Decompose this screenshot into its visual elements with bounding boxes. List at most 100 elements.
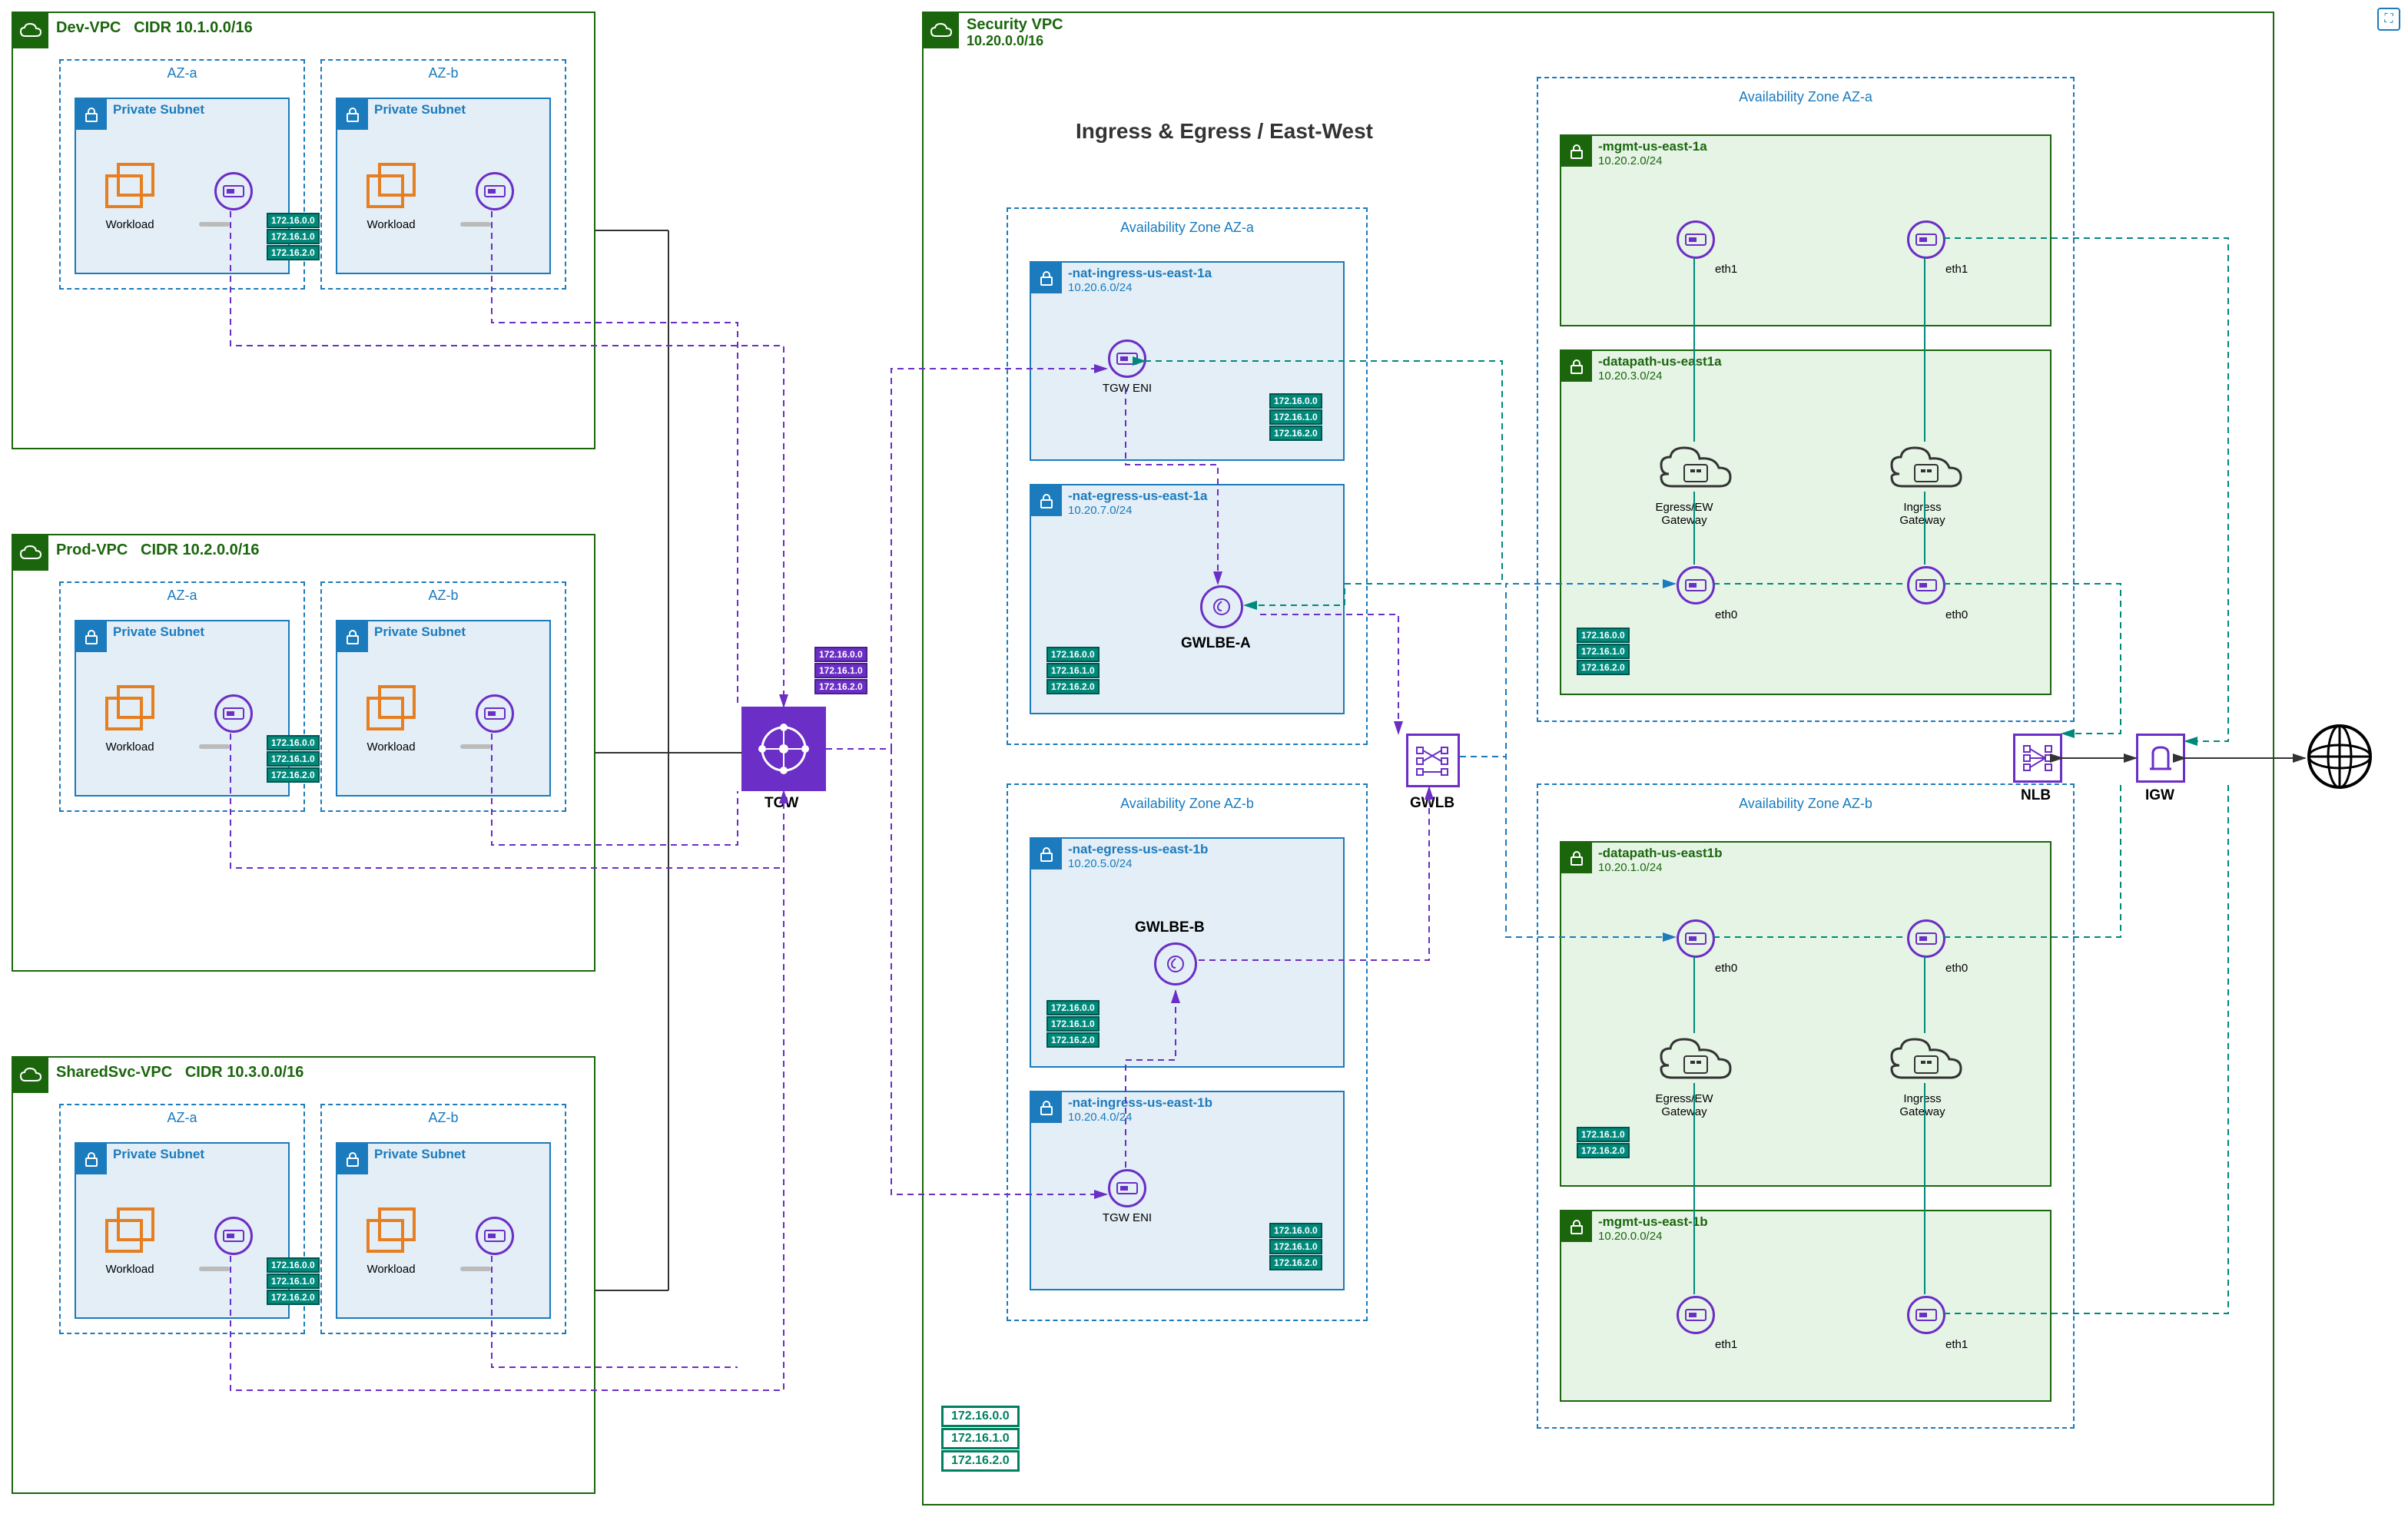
cidr-tag: 172.16.2.0 <box>814 679 867 694</box>
eni-icon <box>1677 566 1715 604</box>
connector-stub <box>199 222 230 227</box>
datapath-b: -datapath-us-east1b 10.20.1.0/24 eth0 et… <box>1560 841 2051 1187</box>
dev-subnet-b: Private Subnet Workload <box>336 98 551 274</box>
az-label: AZ-b <box>327 588 560 604</box>
cidr-tag: 172.16.0.0 <box>1269 393 1322 409</box>
workload-label: Workload <box>360 218 422 231</box>
cidr-tag: 172.16.0.0 <box>267 213 320 228</box>
cidr-tags: 172.16.0.0 172.16.1.0 172.16.2.0 <box>1046 647 1100 695</box>
az-label: AZ-a <box>65 65 299 81</box>
ingress-gw-label: Ingress Gateway <box>1884 1092 1961 1118</box>
eth1-label: eth1 <box>1945 263 1968 276</box>
firewall-icon <box>1884 1035 1953 1081</box>
connector-stub <box>460 1267 491 1271</box>
tgw-icon <box>741 707 826 791</box>
cidr-tag: 172.16.1.0 <box>267 751 320 767</box>
cidr-tag: 172.16.1.0 <box>1577 644 1630 659</box>
lock-icon <box>1031 1092 1062 1123</box>
eni-icon <box>1677 1296 1715 1334</box>
subnet-label: Private Subnet <box>374 102 466 118</box>
connector-stub <box>460 222 491 227</box>
workload-label: Workload <box>360 740 422 754</box>
eni-icon <box>1677 919 1715 958</box>
subnet-cidr: 10.20.3.0/24 <box>1598 369 1662 383</box>
cloud-icon <box>13 535 48 571</box>
dev-vpc-name: Dev-VPC <box>56 19 121 36</box>
eni-icon <box>476 1217 514 1255</box>
az-label: AZ-a <box>65 588 299 604</box>
shared-subnet-a: Private Subnet Workload <box>75 1142 290 1319</box>
cidr-tags: 172.16.0.0 172.16.1.0 172.16.2.0 <box>1577 628 1630 676</box>
eni-icon <box>1907 220 1945 259</box>
nlb-label: NLB <box>2021 787 2051 804</box>
cidr-tags: 172.16.0.0 172.16.1.0 172.16.2.0 <box>1269 393 1322 442</box>
eth1-label: eth1 <box>1715 263 1737 276</box>
subnet-name: -nat-ingress-us-east-1a <box>1068 266 1212 281</box>
datapath-a: -datapath-us-east1a 10.20.3.0/24 Egress/… <box>1560 349 2051 695</box>
internet-icon <box>2305 722 2374 791</box>
eni-icon <box>1108 340 1146 378</box>
nat-ingress-a: -nat-ingress-us-east-1a 10.20.6.0/24 TGW… <box>1030 261 1345 461</box>
cidr-tag: 172.16.2.0 <box>267 1290 320 1305</box>
cloud-icon <box>924 13 959 48</box>
cidr-tags: 172.16.0.0 172.16.1.0 172.16.2.0 <box>1046 1000 1100 1048</box>
cidr-tag: 172.16.2.0 <box>1577 660 1630 675</box>
prod-vpc-name: Prod-VPC <box>56 542 128 558</box>
cidr-tag: 172.16.1.0 <box>267 229 320 244</box>
ingress-gw-label: Ingress Gateway <box>1884 501 1961 527</box>
egress-gw-label: Egress/EW Gateway <box>1638 501 1730 527</box>
lock-icon <box>1561 843 1592 873</box>
cloud-icon <box>13 1058 48 1093</box>
subnet-cidr: 10.20.6.0/24 <box>1068 281 1132 294</box>
cidr-tags: 172.16.0.0 172.16.1.0 172.16.2.0 <box>267 213 320 261</box>
cidr-tag: 172.16.1.0 <box>267 1274 320 1289</box>
cidr-tags: 172.16.0.0 172.16.1.0 172.16.2.0 <box>267 1257 320 1306</box>
subnet-cidr: 10.20.4.0/24 <box>1068 1111 1132 1124</box>
gwlb-label: GWLB <box>1410 795 1454 812</box>
cidr-tag: 172.16.2.0 <box>1269 426 1322 441</box>
cidr-tag: 172.16.1.0 <box>1269 409 1322 425</box>
workload-icon <box>360 1205 422 1263</box>
cidr-tag: 172.16.1.0 <box>814 663 867 678</box>
az-label: AZ-a <box>65 1110 299 1126</box>
nat-egress-b: -nat-egress-us-east-1b 10.20.5.0/24 GWLB… <box>1030 837 1345 1068</box>
gwlbe-icon <box>1154 942 1197 985</box>
eni-icon <box>476 172 514 210</box>
workload-icon <box>99 683 161 740</box>
subnet-name: -nat-egress-us-east-1a <box>1068 489 1207 504</box>
subnet-cidr: 10.20.7.0/24 <box>1068 504 1132 517</box>
eth0-label: eth0 <box>1945 962 1968 975</box>
cidr-tags-tgw: 172.16.0.0 172.16.1.0 172.16.2.0 <box>814 647 867 695</box>
firewall-icon <box>1653 443 1723 489</box>
shared-vpc-name: SharedSvc-VPC <box>56 1064 172 1081</box>
cidr-tags: 172.16.1.0 172.16.2.0 <box>1577 1127 1630 1159</box>
shared-subnet-b: Private Subnet Workload <box>336 1142 551 1319</box>
workload-label: Workload <box>99 740 161 754</box>
lock-icon <box>1031 485 1062 516</box>
subnet-name: -datapath-us-east1a <box>1598 354 1722 369</box>
expand-icon[interactable]: ⛶ <box>2377 8 2400 31</box>
dev-vpc-cidr: CIDR 10.1.0.0/16 <box>134 19 253 36</box>
cidr-tag: 172.16.2.0 <box>267 767 320 783</box>
gwlbe-b-label: GWLBE-B <box>1135 919 1205 936</box>
subnet-name: -nat-ingress-us-east-1b <box>1068 1095 1212 1111</box>
cidr-tag: 172.16.2.0 <box>1269 1255 1322 1270</box>
shared-vpc: SharedSvc-VPC CIDR 10.3.0.0/16 AZ-a Priv… <box>12 1056 595 1494</box>
tgw-label: TGW <box>765 795 798 812</box>
workload-icon <box>99 161 161 218</box>
gwlb-icon <box>1406 734 1460 787</box>
eni-icon <box>1907 566 1945 604</box>
gwlbe-a-label: GWLBE-A <box>1181 635 1251 652</box>
legend-tag: 172.16.1.0 <box>941 1428 1020 1449</box>
dev-subnet-a: Private Subnet Workload <box>75 98 290 274</box>
subnet-label: Private Subnet <box>374 624 466 640</box>
subnet-label: Private Subnet <box>374 1147 466 1162</box>
cidr-tag: 172.16.0.0 <box>1269 1223 1322 1238</box>
cidr-tag: 172.16.2.0 <box>1577 1143 1630 1158</box>
prod-subnet-a: Private Subnet Workload <box>75 620 290 797</box>
subnet-name: -datapath-us-east1b <box>1598 846 1723 861</box>
cidr-tag: 172.16.0.0 <box>1577 628 1630 643</box>
eni-icon <box>1108 1169 1146 1207</box>
egress-gw-label: Egress/EW Gateway <box>1638 1092 1730 1118</box>
lock-icon <box>337 99 368 130</box>
